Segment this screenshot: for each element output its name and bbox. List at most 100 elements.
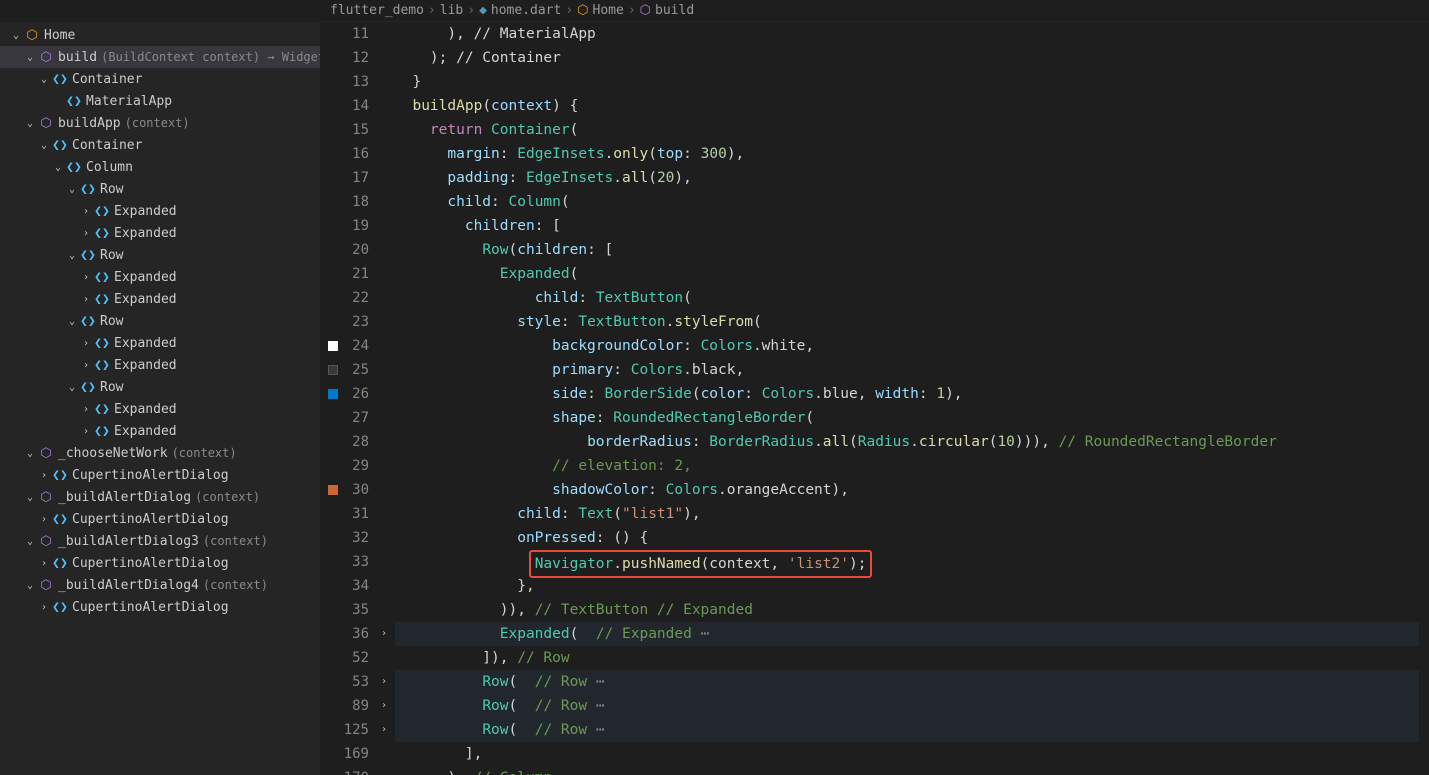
chevron-right-icon[interactable]: ›	[78, 294, 94, 305]
fold-icon[interactable]: ›	[381, 694, 387, 718]
outline-item[interactable]: ›❮❯Expanded	[0, 200, 320, 222]
chevron-down-icon[interactable]: ⌄	[22, 536, 38, 547]
chevron-right-icon[interactable]: ›	[78, 360, 94, 371]
outline-hint: (context)	[203, 578, 268, 592]
widget-icon: ❮❯	[94, 204, 110, 219]
code-content[interactable]: ), // MaterialApp ); // Container } buil…	[395, 22, 1419, 775]
breadcrumb-segment[interactable]: build	[655, 3, 694, 18]
outline-label: Container	[72, 72, 142, 87]
outline-label: Expanded	[114, 270, 177, 285]
method-icon: ⬡	[38, 578, 54, 593]
method-icon: ⬡	[38, 50, 54, 65]
chevron-down-icon[interactable]: ⌄	[22, 580, 38, 591]
chevron-right-icon[interactable]: ›	[36, 470, 52, 481]
chevron-right-icon[interactable]: ›	[78, 338, 94, 349]
code-editor[interactable]: 1112131415161718192021222324252627282930…	[320, 22, 1429, 775]
outline-item[interactable]: ›❮❯Expanded	[0, 354, 320, 376]
chevron-right-icon[interactable]: ›	[78, 426, 94, 437]
widget-icon: ❮❯	[94, 424, 110, 439]
line-number: 34	[320, 574, 391, 598]
outline-sidebar[interactable]: ⌄⬡Home⌄⬡build(BuildContext context) → Wi…	[0, 22, 320, 775]
breadcrumb-segment[interactable]: flutter_demo	[330, 3, 424, 18]
outline-hint: (context)	[125, 116, 190, 130]
chevron-down-icon[interactable]: ⌄	[36, 140, 52, 151]
fold-icon[interactable]: ›	[381, 718, 387, 742]
breadcrumb-segment[interactable]: lib	[440, 3, 463, 18]
breadcrumb-segment[interactable]: home.dart	[491, 3, 561, 18]
line-number: 19	[320, 214, 391, 238]
outline-item[interactable]: ⌄⬡build(BuildContext context) → Widget	[0, 46, 320, 68]
line-number: 18	[320, 190, 391, 214]
minimap[interactable]	[1419, 22, 1429, 775]
line-number: 23	[320, 310, 391, 334]
outline-item[interactable]: ›❮❯ Expanded	[0, 222, 320, 244]
chevron-down-icon[interactable]: ⌄	[22, 118, 38, 129]
chevron-down-icon[interactable]: ⌄	[8, 30, 24, 41]
chevron-down-icon[interactable]: ⌄	[64, 250, 80, 261]
chevron-down-icon[interactable]: ⌄	[64, 184, 80, 195]
outline-item[interactable]: ⌄⬡Home	[0, 24, 320, 46]
breadcrumb[interactable]: flutter_demo › lib › ◆ home.dart › ⬡ Hom…	[320, 0, 1429, 22]
fold-icon[interactable]: ›	[381, 670, 387, 694]
outline-item[interactable]: ⌄❮❯Column	[0, 156, 320, 178]
method-icon: ⬡	[38, 116, 54, 131]
outline-label: Expanded	[114, 292, 177, 307]
outline-item[interactable]: ⌄❮❯Row	[0, 310, 320, 332]
class-icon: ⬡	[24, 28, 40, 43]
chevron-right-icon[interactable]: ›	[78, 404, 94, 415]
line-number: 33	[320, 550, 391, 574]
chevron-right-icon[interactable]: ›	[36, 558, 52, 569]
outline-hint: (BuildContext context) → Widget	[101, 50, 320, 64]
outline-item[interactable]: ❮❯MaterialApp	[0, 90, 320, 112]
outline-item[interactable]: ›❮❯Expanded	[0, 288, 320, 310]
outline-item[interactable]: ⌄⬡_chooseNetWork(context)	[0, 442, 320, 464]
chevron-down-icon[interactable]: ⌄	[50, 162, 66, 173]
outline-item[interactable]: ⌄❮❯Container	[0, 68, 320, 90]
outline-item[interactable]: ⌄⬡_buildAlertDialog4(context)	[0, 574, 320, 596]
chevron-down-icon[interactable]: ⌄	[36, 74, 52, 85]
chevron-down-icon[interactable]: ⌄	[22, 492, 38, 503]
method-icon: ⬡	[640, 3, 651, 18]
widget-icon: ❮❯	[94, 270, 110, 285]
chevron-down-icon[interactable]: ⌄	[22, 52, 38, 63]
widget-icon: ❮❯	[66, 94, 82, 109]
outline-item[interactable]: ⌄⬡buildApp(context)	[0, 112, 320, 134]
chevron-right-icon[interactable]: ›	[78, 228, 94, 239]
outline-item[interactable]: ⌄❮❯Container	[0, 134, 320, 156]
outline-item[interactable]: ›❮❯CupertinoAlertDialog	[0, 508, 320, 530]
line-number: 13	[320, 70, 391, 94]
line-number: 31	[320, 502, 391, 526]
chevron-down-icon[interactable]: ⌄	[64, 382, 80, 393]
outline-item[interactable]: ⌄❮❯Row	[0, 244, 320, 266]
dart-file-icon: ◆	[479, 3, 487, 18]
chevron-right-icon[interactable]: ›	[78, 206, 94, 217]
outline-label: Row	[100, 182, 123, 197]
outline-item[interactable]: ⌄❮❯Row	[0, 178, 320, 200]
outline-label: Expanded	[114, 226, 177, 241]
outline-item[interactable]: ⌄⬡_buildAlertDialog(context)	[0, 486, 320, 508]
outline-item[interactable]: ›❮❯Expanded	[0, 420, 320, 442]
widget-icon: ❮❯	[94, 226, 110, 241]
chevron-down-icon[interactable]: ⌄	[22, 448, 38, 459]
outline-item[interactable]: ›❮❯CupertinoAlertDialog	[0, 464, 320, 486]
outline-item[interactable]: ⌄❮❯Row	[0, 376, 320, 398]
outline-item[interactable]: ⌄⬡_buildAlertDialog3(context)	[0, 530, 320, 552]
line-number-gutter: 1112131415161718192021222324252627282930…	[320, 22, 395, 775]
outline-item[interactable]: ›❮❯CupertinoAlertDialog	[0, 552, 320, 574]
chevron-right-icon[interactable]: ›	[78, 272, 94, 283]
chevron-right-icon[interactable]: ›	[36, 602, 52, 613]
outline-item[interactable]: ›❮❯CupertinoAlertDialog	[0, 596, 320, 618]
line-number: 14	[320, 94, 391, 118]
breadcrumb-segment[interactable]: Home	[593, 3, 624, 18]
fold-icon[interactable]: ›	[381, 622, 387, 646]
outline-item[interactable]: ›❮❯Expanded	[0, 398, 320, 420]
line-number: 32	[320, 526, 391, 550]
chevron-right-icon[interactable]: ›	[36, 514, 52, 525]
outline-label: Expanded	[114, 402, 177, 417]
outline-label: CupertinoAlertDialog	[72, 556, 229, 571]
line-number: 25	[320, 358, 391, 382]
outline-label: Expanded	[114, 336, 177, 351]
outline-item[interactable]: ›❮❯Expanded	[0, 332, 320, 354]
chevron-down-icon[interactable]: ⌄	[64, 316, 80, 327]
outline-item[interactable]: ›❮❯ Expanded	[0, 266, 320, 288]
